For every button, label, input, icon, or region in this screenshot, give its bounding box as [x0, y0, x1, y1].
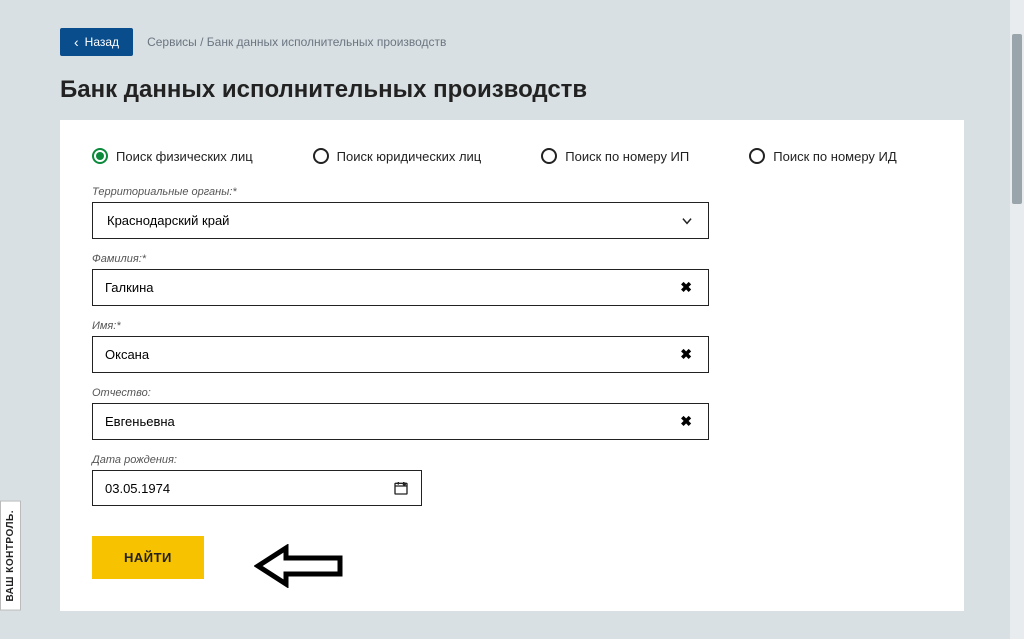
radio-icon	[541, 148, 557, 164]
patronymic-input[interactable]	[105, 414, 676, 429]
clear-icon[interactable]: ✖	[676, 346, 696, 363]
surname-input[interactable]	[105, 280, 676, 295]
radio-icon	[92, 148, 108, 164]
calendar-icon[interactable]	[393, 480, 409, 496]
dob-input-wrap	[92, 470, 422, 506]
clear-icon[interactable]: ✖	[676, 279, 696, 296]
patronymic-label: Отчество:	[92, 387, 932, 399]
dob-label: Дата рождения:	[92, 454, 932, 466]
surname-input-wrap: ✖	[92, 269, 709, 306]
radio-icon	[313, 148, 329, 164]
page-title: Банк данных исполнительных производств	[0, 56, 1024, 120]
search-card: Поиск физических лиц Поиск юридических л…	[60, 120, 964, 611]
chevron-left-icon: ‹	[74, 35, 79, 49]
radio-label: Поиск юридических лиц	[337, 149, 482, 164]
radio-ip-number[interactable]: Поиск по номеру ИП	[541, 148, 689, 164]
chevron-down-icon	[680, 214, 694, 228]
feedback-tab[interactable]: ВАШ КОНТРОЛЬ.	[0, 501, 21, 611]
territory-select[interactable]: Краснодарский край	[92, 202, 709, 239]
dob-input[interactable]	[105, 481, 393, 496]
patronymic-input-wrap: ✖	[92, 403, 709, 440]
territory-value: Краснодарский край	[107, 213, 229, 228]
submit-button[interactable]: НАЙТИ	[92, 536, 204, 579]
radio-label: Поиск физических лиц	[116, 149, 253, 164]
scrollbar-track[interactable]	[1010, 0, 1024, 639]
search-type-radios: Поиск физических лиц Поиск юридических л…	[92, 148, 932, 164]
radio-id-number[interactable]: Поиск по номеру ИД	[749, 148, 896, 164]
radio-icon	[749, 148, 765, 164]
name-input[interactable]	[105, 347, 676, 362]
territory-label: Территориальные органы:*	[92, 186, 932, 198]
scrollbar-thumb[interactable]	[1012, 34, 1022, 204]
back-button[interactable]: ‹ Назад	[60, 28, 133, 56]
name-label: Имя:*	[92, 320, 932, 332]
clear-icon[interactable]: ✖	[676, 413, 696, 430]
radio-label: Поиск по номеру ИД	[773, 149, 896, 164]
name-input-wrap: ✖	[92, 336, 709, 373]
surname-label: Фамилия:*	[92, 253, 932, 265]
radio-individuals[interactable]: Поиск физических лиц	[92, 148, 253, 164]
radio-legal[interactable]: Поиск юридических лиц	[313, 148, 482, 164]
back-label: Назад	[85, 35, 119, 49]
breadcrumb: Сервисы / Банк данных исполнительных про…	[147, 35, 446, 49]
radio-label: Поиск по номеру ИП	[565, 149, 689, 164]
